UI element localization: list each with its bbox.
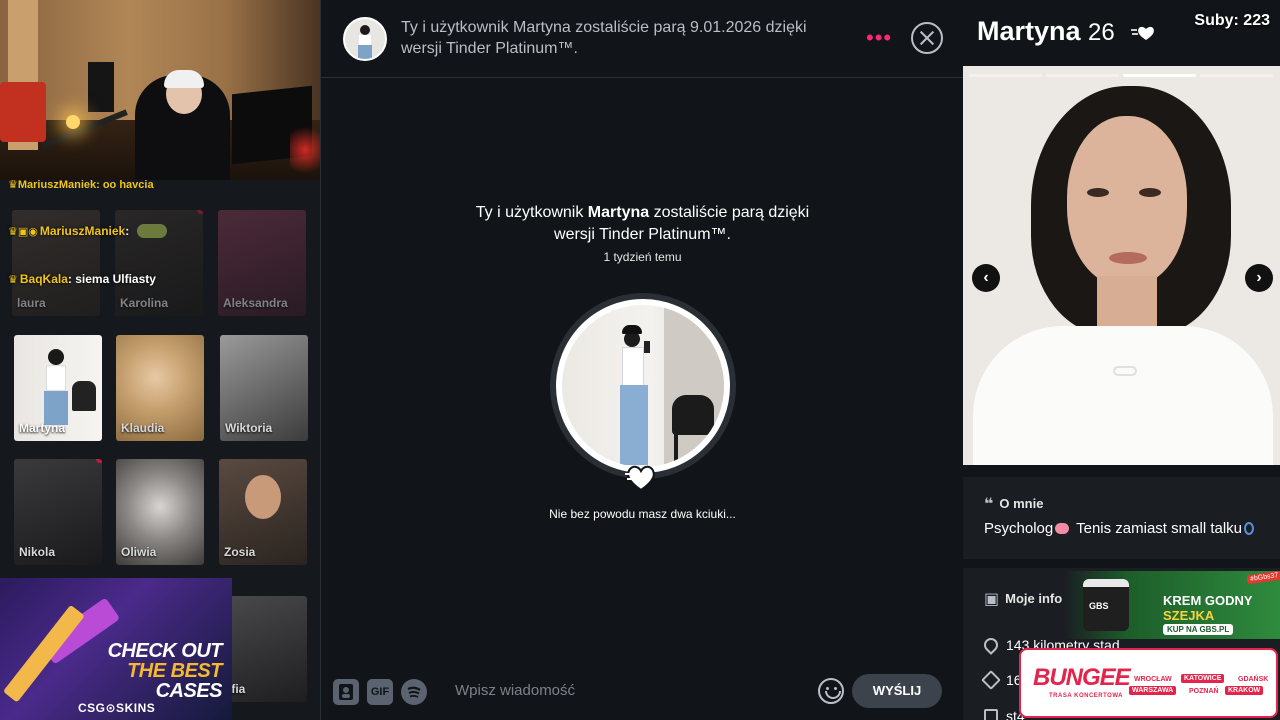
emoji-icon[interactable] bbox=[818, 678, 844, 704]
about-heading: ❝ O mnie bbox=[984, 496, 1044, 513]
match-card[interactable]: Zosia bbox=[219, 459, 307, 565]
location-pin-icon bbox=[981, 635, 1001, 655]
platinum-heart-icon bbox=[1131, 26, 1154, 40]
about-text: Psycholog Tenis zamiast small talku bbox=[984, 520, 1255, 537]
about-section: ❝ O mnie Psycholog Tenis zamiast small ta… bbox=[963, 477, 1280, 559]
chat-message: ♛ BaqKala: siema Ulfiasty bbox=[8, 272, 156, 286]
match-timestamp: 1 tydzień temu bbox=[603, 250, 682, 264]
match-card[interactable]: Oliwia bbox=[116, 459, 204, 565]
close-conversation-button[interactable] bbox=[911, 22, 943, 54]
quote-icon: ❝ bbox=[984, 496, 994, 513]
csgoskins-promo-banner: CHECK OUT THE BEST CASES CSG⊙SKINS bbox=[0, 578, 232, 720]
profile-info-icon: ▣ bbox=[984, 591, 1000, 608]
photo-progress-bar bbox=[1200, 74, 1273, 77]
bungee-ad-banner: BUNGEE TRASA KONCERTOWA WROCŁAW KATOWICE… bbox=[1019, 648, 1278, 718]
chat-message-partial: ♛MariuszManiek: oo havcia bbox=[8, 179, 154, 191]
match-name: Zosia bbox=[224, 545, 256, 559]
match-name: Karolina bbox=[120, 296, 169, 310]
spotify-icon[interactable] bbox=[401, 679, 427, 705]
left-panel: ♛MariuszManiek: oo havcia laura Karolina… bbox=[0, 0, 320, 720]
match-name: Nikola bbox=[19, 545, 56, 559]
message-input[interactable]: Wpisz wiadomość bbox=[455, 682, 575, 699]
ruler-icon bbox=[981, 670, 1001, 690]
match-card[interactable]: Klaudia bbox=[116, 335, 204, 441]
match-card[interactable]: ofia bbox=[219, 596, 307, 702]
platinum-heart-icon bbox=[625, 465, 655, 492]
gif-button[interactable]: GIF bbox=[367, 679, 393, 705]
photo-progress-bar bbox=[1046, 74, 1119, 77]
profile-photo[interactable]: ‹ › bbox=[963, 66, 1280, 465]
conversation-title: Ty i użytkownik Martyna zostaliście parą… bbox=[401, 19, 807, 57]
more-options-icon[interactable]: ••• bbox=[866, 27, 892, 49]
match-card[interactable]: Nikola bbox=[14, 459, 102, 565]
match-name: Oliwia bbox=[121, 545, 157, 559]
match-avatar[interactable] bbox=[343, 17, 387, 61]
message-composer: GIF Wpisz wiadomość WYŚLIJ bbox=[321, 664, 964, 720]
match-name: Aleksandra bbox=[223, 296, 288, 310]
match-card[interactable]: Wiktoria bbox=[220, 335, 308, 441]
profile-name: Martyna 26 bbox=[977, 16, 1115, 46]
streamer-webcam bbox=[0, 0, 320, 180]
info-heading: ▣ Moje info bbox=[984, 591, 1063, 608]
match-caption: Nie bez powodu masz dwa kciuki... bbox=[549, 507, 736, 521]
match-card-active[interactable]: Martyna bbox=[14, 335, 102, 441]
contact-card-icon[interactable] bbox=[333, 679, 359, 705]
krem-ad-banner: GBS #bGbs37 KREM GODNY SZEJKA KUP NA GBS… bbox=[1063, 571, 1280, 639]
send-button[interactable]: WYŚLIJ bbox=[852, 674, 942, 708]
match-name: Klaudia bbox=[121, 421, 165, 435]
info-icon bbox=[984, 709, 998, 720]
match-name: Wiktoria bbox=[225, 421, 273, 435]
match-photo-circle[interactable] bbox=[550, 293, 736, 479]
previous-photo-button[interactable]: ‹ bbox=[972, 264, 1000, 292]
conversation-header: Ty i użytkownik Martyna zostaliście parą… bbox=[321, 0, 964, 78]
tennis-racket-emoji-icon bbox=[1244, 522, 1255, 535]
cream-jar-icon: GBS bbox=[1083, 579, 1129, 631]
next-photo-button[interactable]: › bbox=[1245, 264, 1273, 292]
conversation-panel: Ty i użytkownik Martyna zostaliście parą… bbox=[320, 0, 964, 720]
new-match-dot bbox=[197, 210, 203, 214]
match-announcement: Ty i użytkownik Martyna zostaliście parą… bbox=[475, 204, 810, 243]
match-name: Martyna bbox=[19, 421, 66, 435]
new-match-dot bbox=[96, 459, 102, 463]
match-name: laura bbox=[17, 296, 46, 310]
brain-emoji-icon bbox=[1055, 523, 1070, 534]
subscriber-count: Suby: 223 bbox=[1194, 12, 1270, 29]
photo-progress-bar bbox=[969, 74, 1042, 77]
height-row: 16 bbox=[981, 670, 1022, 690]
chat-message: ♛▣◉ MariuszManiek: bbox=[8, 224, 167, 238]
photo-progress-bar-active bbox=[1123, 74, 1196, 77]
match-card[interactable]: Aleksandra bbox=[218, 210, 306, 316]
